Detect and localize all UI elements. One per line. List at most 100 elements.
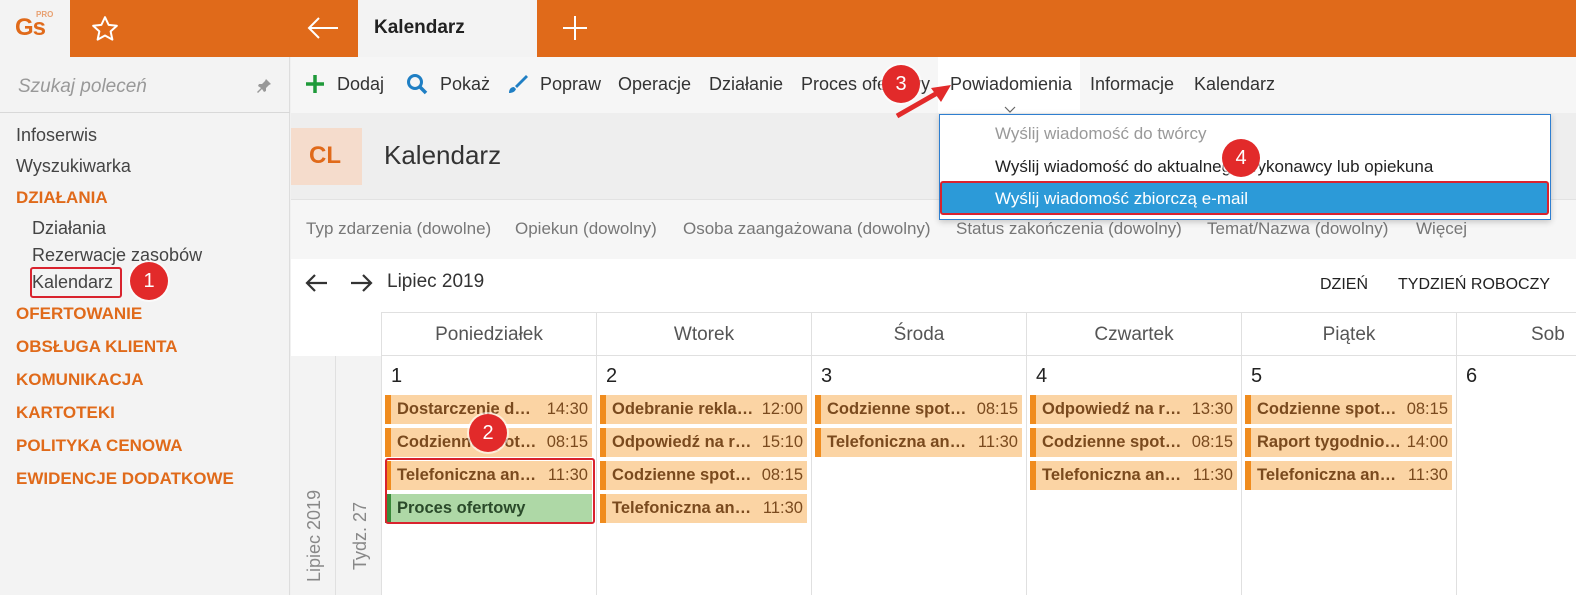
event-title: Codzienne spot… [612, 466, 752, 484]
day-number: 3 [821, 365, 833, 387]
show-button[interactable]: Pokaż [440, 74, 490, 95]
filter-subject[interactable]: Temat/Nazwa (dowolny) [1207, 219, 1388, 239]
menu-item-bulk-email[interactable]: Wyślij wiadomość zbiorczą e-mail [995, 189, 1248, 209]
calendar-menu[interactable]: Kalendarz [1194, 74, 1275, 95]
sidebar-item-wyszukiwarka[interactable]: Wyszukiwarka [16, 156, 131, 177]
event-time: 08:15 [1406, 400, 1448, 418]
calendar-event[interactable]: Telefoniczna ank… 11:30 [1245, 461, 1452, 490]
calendar-event[interactable]: Raport tygodnio… 14:00 [1245, 428, 1452, 457]
add-button[interactable]: Dodaj [337, 74, 384, 95]
calendar-event[interactable]: Codzienne spot… 08:15 [600, 461, 807, 490]
search-input[interactable]: Szukaj poleceń [18, 76, 147, 98]
view-workweek-button[interactable]: TYDZIEŃ ROBOCZY [1398, 276, 1550, 294]
event-title: Telefoniczna ank… [1257, 466, 1405, 484]
sidebar-section-ewidencje[interactable]: EWIDENCJE DODATKOWE [16, 469, 234, 489]
notifications-menu[interactable]: Powiadomienia [950, 74, 1072, 95]
brush-icon [506, 73, 528, 95]
pin-icon[interactable] [255, 77, 273, 95]
highlight-box [30, 267, 122, 298]
side-week-label: Tydz. 27 [350, 501, 370, 570]
calendar-event[interactable]: Odpowiedź na r… 13:30 [1030, 395, 1237, 424]
day-cell-sat[interactable] [1456, 356, 1576, 595]
day-number: 1 [391, 365, 403, 387]
day-header-sat: Sob [1456, 312, 1576, 356]
view-day-button[interactable]: DZIEŃ [1320, 276, 1368, 294]
sidebar-item-infoserwis[interactable]: Infoserwis [16, 125, 97, 146]
filter-status[interactable]: Status zakończenia (dowolny) [956, 219, 1182, 239]
calendar-event[interactable]: Codzienne spot… 08:15 [1030, 428, 1237, 457]
annotation-badge: 2 [469, 414, 507, 452]
event-time: 08:15 [1191, 433, 1233, 451]
sidebar-section-polityka[interactable]: POLITYKA CENOWA [16, 436, 183, 456]
filter-owner[interactable]: Opiekun (dowolny) [515, 219, 657, 239]
event-time: 12:00 [761, 400, 803, 418]
event-title: Codzienne spot… [397, 433, 537, 451]
sidebar-item-dzialania[interactable]: Działania [32, 218, 106, 239]
event-time: 11:30 [977, 433, 1018, 451]
operations-menu[interactable]: Operacje [618, 74, 691, 95]
sidebar-section-ofertowanie[interactable]: OFERTOWANIE [16, 304, 142, 324]
sidebar-section-kartoteki[interactable]: KARTOTEKI [16, 403, 115, 423]
tab-kalendarz[interactable]: Kalendarz [358, 0, 537, 57]
day-number: 4 [1036, 365, 1048, 387]
day-number: 6 [1466, 365, 1478, 387]
event-time: 08:15 [546, 433, 588, 451]
annotation-badge: 4 [1222, 139, 1260, 177]
action-menu[interactable]: Działanie [709, 74, 783, 95]
prev-arrow-icon[interactable] [305, 272, 329, 294]
day-header-fri: Piątek [1241, 312, 1456, 356]
event-time: 11:30 [1407, 466, 1448, 484]
app-logo[interactable]: Gs PRO [0, 0, 70, 57]
sidebar-section-dzialania[interactable]: DZIAŁANIA [16, 188, 108, 208]
calendar-event[interactable]: Codzienne spot… 08:15 [1245, 395, 1452, 424]
plus-icon [304, 73, 326, 95]
day-header-thu: Czwartek [1026, 312, 1241, 356]
filter-person[interactable]: Osoba zaangażowana (dowolny) [683, 219, 931, 239]
calendar-event[interactable]: Codzienne spot… 08:15 [815, 395, 1022, 424]
calendar-event[interactable]: Odebranie rekla… 12:00 [600, 395, 807, 424]
filter-event-type[interactable]: Typ zdarzenia (dowolne) [306, 219, 491, 239]
day-header-tue: Wtorek [596, 312, 811, 356]
event-title: Codzienne spot… [1042, 433, 1182, 451]
event-time: 08:15 [761, 466, 803, 484]
menu-item-send-to-creator[interactable]: Wyślij wiadomość do twórcy [995, 124, 1206, 144]
sidebar-section-komunikacja[interactable]: KOMUNIKACJA [16, 370, 144, 390]
event-title: Raport tygodnio… [1257, 433, 1401, 451]
event-time: 14:30 [546, 400, 588, 418]
event-time: 11:30 [1192, 466, 1233, 484]
event-time: 08:15 [976, 400, 1018, 418]
sidebar-item-rezerwacje[interactable]: Rezerwacje zasobów [32, 245, 202, 266]
calendar-event[interactable]: Telefoniczna ank… 11:30 [600, 494, 807, 523]
page-title: Kalendarz [384, 140, 502, 170]
menu-item-send-to-assignee[interactable]: Wyślij wiadomość do aktualnego wykonawcy… [995, 157, 1433, 177]
next-arrow-icon[interactable] [349, 272, 373, 294]
side-month-label: Lipiec 2019 [304, 489, 324, 582]
event-title: Odpowiedź na r… [1042, 400, 1182, 418]
event-title: Odpowiedź na r… [612, 433, 752, 451]
filter-more[interactable]: Więcej [1416, 219, 1467, 239]
highlight-box [385, 458, 595, 524]
annotation-badge: 1 [130, 262, 168, 300]
event-title: Telefoniczna ank… [612, 499, 760, 517]
day-cell-wed[interactable] [811, 356, 1026, 595]
month-label: Lipiec 2019 [387, 271, 485, 292]
add-tab-icon[interactable] [560, 13, 590, 43]
event-title: Dostarczenie du… [397, 400, 539, 418]
calendar-event[interactable]: Odpowiedź na r… 15:10 [600, 428, 807, 457]
module-badge: CL [291, 128, 362, 185]
search-icon [406, 73, 428, 95]
calendar-event[interactable]: Telefoniczna ank… 11:30 [815, 428, 1022, 457]
info-menu[interactable]: Informacje [1090, 74, 1174, 95]
event-title: Codzienne spot… [1257, 400, 1397, 418]
calendar-event[interactable]: Telefoniczna ank… 11:30 [1030, 461, 1237, 490]
top-bar [0, 0, 1576, 57]
chevron-down-icon [1004, 101, 1016, 113]
day-number: 5 [1251, 365, 1263, 387]
edit-button[interactable]: Popraw [540, 74, 601, 95]
sidebar-section-obsluga[interactable]: OBSŁUGA KLIENTA [16, 337, 178, 357]
favorite-star-icon[interactable] [90, 14, 120, 44]
day-number: 2 [606, 365, 618, 387]
back-arrow-icon[interactable] [305, 12, 341, 44]
event-time: 15:10 [761, 433, 803, 451]
event-time: 11:30 [762, 499, 803, 517]
